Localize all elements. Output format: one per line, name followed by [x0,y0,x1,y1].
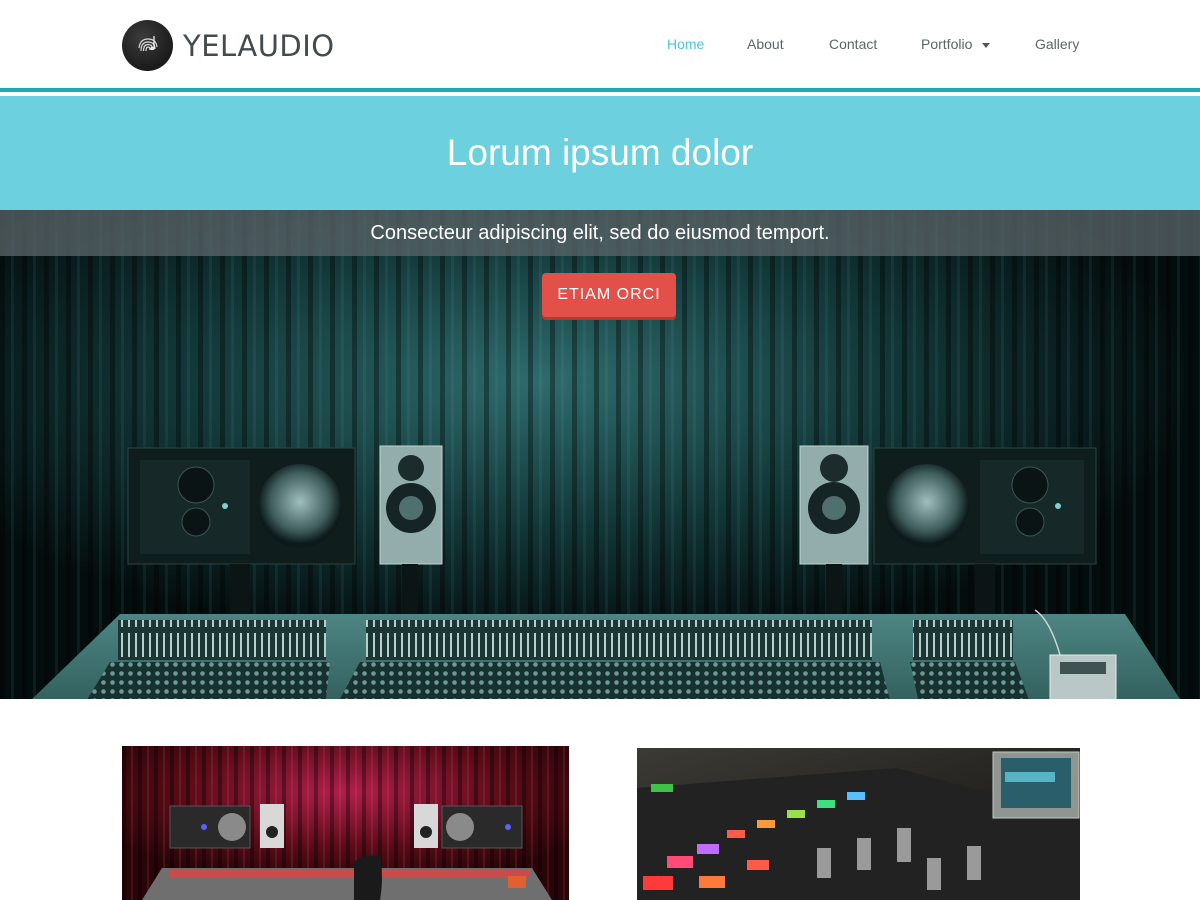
content-image-console[interactable] [637,748,1080,900]
hero-subtitle: Consecteur adipiscing elit, sed do eiusm… [370,221,830,244]
nav-contact[interactable]: Contact [829,36,877,52]
nav-home[interactable]: Home [667,36,704,52]
nav-portfolio[interactable]: Portfolio [921,36,991,52]
content-image-studio[interactable] [122,746,569,900]
nav-portfolio-label: Portfolio [921,36,973,52]
hero-subtitle-band: Consecteur adipiscing elit, sed do eiusm… [0,210,1200,256]
main-nav: Home About Contact Portfolio Gallery [0,36,1200,56]
nav-about[interactable]: About [747,36,784,52]
chevron-down-icon[interactable] [982,42,991,48]
nav-gallery[interactable]: Gallery [1035,36,1079,52]
hero-section: Lorum ipsum dolor Consecteur adipiscing … [0,96,1200,699]
hero-title-band: Lorum ipsum dolor [0,96,1200,210]
hero-title: Lorum ipsum dolor [446,132,754,173]
cta-button[interactable]: ETIAM ORCI [542,273,676,317]
site-header: YELAUDIO Home About Contact Portfolio Ga… [0,0,1200,92]
